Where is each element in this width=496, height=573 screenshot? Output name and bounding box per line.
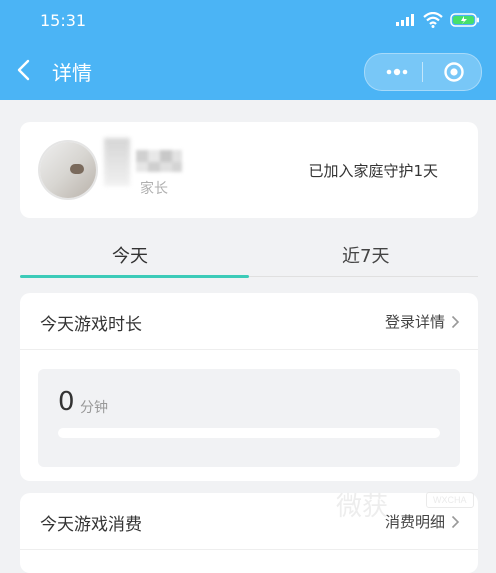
profile-card: 家长 已加入家庭守护1天: [20, 122, 478, 218]
watermark-en: WXCHA: [426, 492, 474, 508]
watermark-cn: 微获: [336, 492, 389, 522]
wifi-icon: [423, 12, 443, 28]
blurred-name: [136, 150, 182, 172]
avatar: [40, 142, 96, 198]
status-bar: 15:31: [0, 0, 496, 42]
game-time-card: 今天游戏时长 登录详情 0 分钟: [20, 293, 478, 481]
game-time-header: 今天游戏时长 登录详情: [20, 293, 478, 350]
game-time-progress-bar: [58, 428, 440, 438]
watermark: 微获 WXCHA: [336, 486, 486, 526]
blurred-name-fragment: [104, 138, 130, 186]
game-spend-title: 今天游戏消费: [40, 515, 142, 535]
close-circle-icon[interactable]: [443, 61, 465, 83]
tab-last-7-days[interactable]: 近7天: [342, 242, 389, 268]
tab-today[interactable]: 今天: [112, 242, 148, 268]
role-label: 家长: [140, 181, 168, 197]
status-time: 15:31: [40, 11, 87, 30]
capsule-divider: [422, 62, 423, 82]
game-time-title: 今天游戏时长: [40, 315, 142, 335]
back-arrow-icon[interactable]: [14, 57, 36, 83]
login-details-link[interactable]: 登录详情: [385, 311, 460, 332]
game-time-panel: 0 分钟: [38, 369, 460, 467]
signal-icon: [396, 14, 414, 26]
chevron-right-icon: [451, 315, 460, 328]
tab-active-indicator: [20, 275, 249, 278]
page-title: 详情: [52, 61, 92, 85]
more-dots-icon[interactable]: [383, 63, 411, 81]
status-icons: [396, 12, 480, 28]
period-tabs: 今天 近7天: [20, 230, 478, 278]
battery-icon: [450, 13, 479, 27]
nav-bar: 详情: [0, 42, 496, 100]
game-time-value: 0: [58, 387, 75, 417]
miniprogram-capsule: [364, 53, 482, 91]
login-details-label: 登录详情: [384, 313, 445, 331]
guard-duration: 已加入家庭守护1天: [308, 162, 438, 180]
game-time-unit: 分钟: [80, 400, 108, 416]
